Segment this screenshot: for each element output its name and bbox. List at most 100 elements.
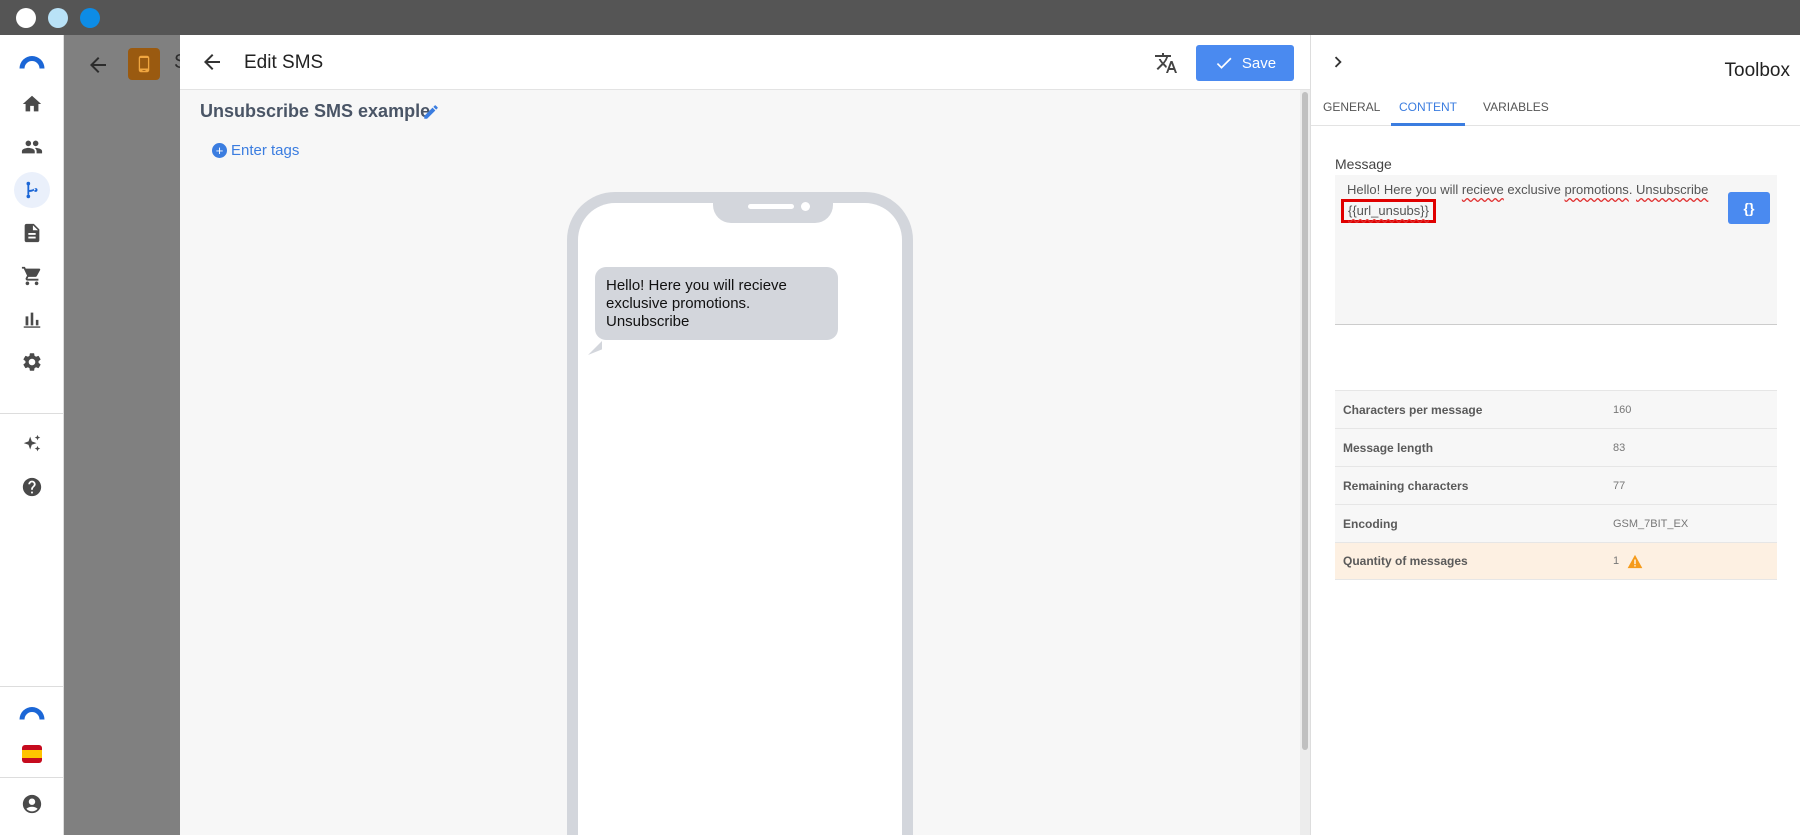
- message-part: exclusive: [1503, 182, 1565, 197]
- toolbox-tabs: GENERAL CONTENT VARIABLES: [1311, 90, 1800, 126]
- brand-logo-small-icon: [19, 707, 45, 720]
- sidebar-item-settings[interactable]: [14, 344, 50, 380]
- brand-switch-button[interactable]: [14, 694, 50, 730]
- home-icon: [22, 95, 42, 112]
- stat-value-text: 83: [1613, 441, 1626, 454]
- stat-value: 1: [1613, 554, 1643, 569]
- sidebar-item-home[interactable]: [14, 86, 50, 122]
- chart-icon: [23, 312, 41, 328]
- sidebar-item-templates[interactable]: [14, 215, 50, 251]
- tab-variables[interactable]: VARIABLES: [1483, 90, 1549, 126]
- stat-label: Remaining characters: [1343, 478, 1469, 493]
- stat-value: GSM_7BIT_EX: [1613, 518, 1688, 530]
- window-close-button[interactable]: [16, 8, 36, 28]
- help-icon: [22, 477, 42, 497]
- sidebar-item-flows[interactable]: [14, 172, 50, 208]
- sidebar-divider-bottom: [0, 686, 64, 687]
- template-name: Unsubscribe SMS example: [200, 101, 431, 121]
- translate-icon: [1155, 53, 1177, 73]
- stat-row-warning: Quantity of messages 1: [1335, 542, 1777, 580]
- sms-editor-panel: Edit SMS Save Unsubscribe SMS example + …: [180, 35, 1310, 835]
- message-textarea[interactable]: Hello! Here you will recieve exclusive p…: [1335, 175, 1777, 325]
- tab-general[interactable]: GENERAL: [1323, 90, 1380, 126]
- stat-label: Message length: [1343, 440, 1434, 455]
- flow-icon: [26, 181, 38, 199]
- edit-name-button[interactable]: [422, 103, 442, 123]
- account-button[interactable]: [14, 786, 50, 822]
- sms-preview-bubble: Hello! Here you will recieve exclusive p…: [595, 267, 838, 340]
- stat-value: 160: [1613, 404, 1631, 416]
- sidebar-item-ai[interactable]: [14, 426, 50, 462]
- sparkles-icon: [23, 434, 41, 452]
- stat-value-text: 160: [1613, 403, 1632, 416]
- sidebar-item-contacts[interactable]: [14, 129, 50, 165]
- background-back-icon: [86, 53, 110, 77]
- misspelled-word: recieve: [1461, 182, 1504, 197]
- tab-content[interactable]: CONTENT: [1391, 90, 1465, 126]
- window-minimize-button[interactable]: [48, 8, 68, 28]
- message-text[interactable]: Hello! Here you will recieve exclusive p…: [1341, 180, 1719, 223]
- phone-speaker: [748, 204, 794, 209]
- users-icon: [21, 140, 43, 154]
- check-icon: [1216, 57, 1232, 69]
- sms-bubble-tail: [588, 341, 602, 355]
- sidebar-item-help[interactable]: [14, 469, 50, 505]
- arrow-back-icon: [204, 54, 220, 70]
- warning-icon: [1627, 554, 1643, 568]
- editor-header: Edit SMS Save: [180, 35, 1310, 90]
- message-part: Hello! Here you will: [1347, 182, 1462, 197]
- collapse-toolbox-button[interactable]: [1327, 51, 1349, 73]
- window-titlebar: [0, 0, 1800, 35]
- add-circle-icon: +: [212, 143, 227, 158]
- phone-notch: [713, 192, 833, 223]
- stat-value: 77: [1613, 480, 1625, 492]
- spanish-flag-icon[interactable]: [22, 745, 42, 763]
- unsubscribe-variable-token[interactable]: {{url_unsubs}}: [1341, 199, 1436, 223]
- message-label: Message: [1335, 156, 1392, 172]
- account-icon: [22, 794, 42, 814]
- stat-label: Characters per message: [1343, 402, 1483, 417]
- stat-value-text: GSM_7BIT_EX: [1613, 517, 1689, 530]
- stat-row: Remaining characters 77: [1335, 466, 1777, 504]
- stat-label: Quantity of messages: [1343, 554, 1468, 568]
- page-title: Edit SMS: [244, 52, 324, 73]
- app-sidebar: [0, 35, 64, 835]
- translate-button[interactable]: [1152, 49, 1180, 77]
- stat-value: 83: [1613, 442, 1625, 454]
- phone-preview: Hello! Here you will recieve exclusive p…: [567, 192, 913, 835]
- brand-logo-icon: [19, 56, 45, 69]
- sidebar-divider-account: [0, 777, 64, 778]
- stat-row: Characters per message 160: [1335, 390, 1777, 428]
- toolbox-panel: Toolbox GENERAL CONTENT VARIABLES Messag…: [1310, 35, 1800, 835]
- document-icon: [24, 223, 40, 243]
- stat-value-text: 77: [1613, 479, 1626, 492]
- insert-variable-button[interactable]: {}: [1728, 192, 1770, 224]
- pencil-icon: [424, 105, 438, 119]
- sidebar-item-reports[interactable]: [14, 301, 50, 337]
- misspelled-word: promotions: [1564, 182, 1629, 197]
- stat-label: Encoding: [1343, 516, 1398, 531]
- enter-tags-label: Enter tags: [231, 142, 300, 159]
- message-part: .: [1628, 182, 1637, 197]
- background-page-overlay: S: [64, 35, 180, 835]
- stat-value-text: 1: [1613, 555, 1620, 567]
- enter-tags-link[interactable]: + Enter tags: [212, 142, 299, 159]
- sms-channel-badge: [128, 48, 160, 80]
- chevron-right-icon: [1334, 56, 1342, 68]
- save-button[interactable]: Save: [1196, 45, 1294, 81]
- window-maximize-button[interactable]: [80, 8, 100, 28]
- cart-icon: [21, 266, 41, 286]
- stat-row: Message length 83: [1335, 428, 1777, 466]
- sidebar-divider: [0, 413, 64, 414]
- save-button-label: Save: [1241, 54, 1277, 72]
- phone-camera: [801, 202, 810, 211]
- sidebar-item-ecommerce[interactable]: [14, 258, 50, 294]
- editor-scroll-thumb[interactable]: [1302, 92, 1308, 750]
- misspelled-word: Unsubscribe: [1636, 182, 1709, 197]
- gear-icon: [23, 353, 41, 371]
- back-button[interactable]: [200, 50, 224, 74]
- toolbox-title: Toolbox: [1724, 60, 1791, 81]
- stat-row: Encoding GSM_7BIT_EX: [1335, 504, 1777, 542]
- editor-scrollbar[interactable]: [1300, 90, 1310, 835]
- brand-logo[interactable]: [14, 43, 50, 79]
